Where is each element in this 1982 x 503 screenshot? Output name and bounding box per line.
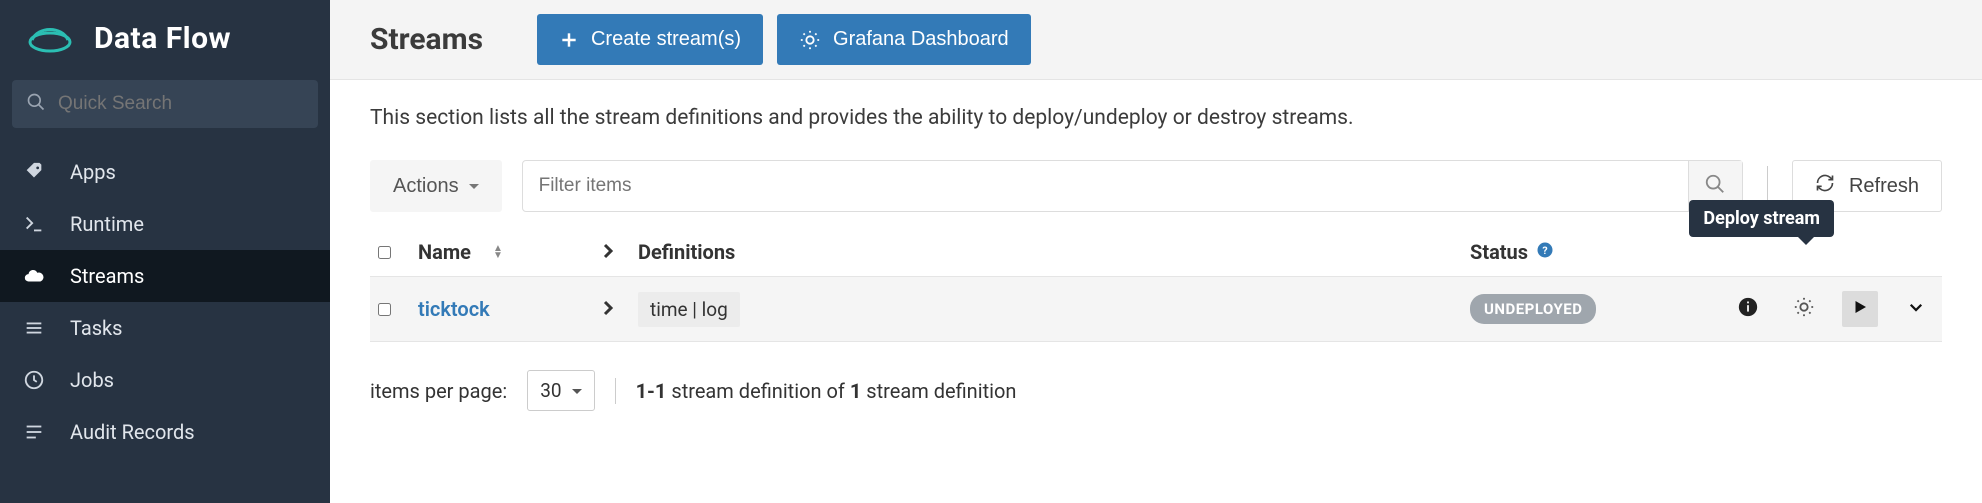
- info-icon: [1737, 296, 1759, 323]
- chevron-right-icon[interactable]: [598, 297, 620, 321]
- refresh-icon: [1815, 173, 1835, 199]
- stream-name-link[interactable]: ticktock: [418, 297, 490, 321]
- terminal-icon: [22, 213, 46, 235]
- search-icon: [1704, 173, 1726, 199]
- plus-icon: [559, 30, 579, 50]
- quick-search-input[interactable]: [58, 93, 304, 115]
- actions-dropdown[interactable]: Actions: [370, 160, 502, 212]
- pager-range: 1-1: [636, 379, 667, 403]
- page-title: Streams: [370, 22, 483, 57]
- column-status-header: Status: [1470, 240, 1528, 264]
- sidebar-item-label: Tasks: [70, 316, 123, 340]
- sidebar-item-runtime[interactable]: Runtime: [0, 198, 330, 250]
- per-page-value: 30: [540, 379, 561, 402]
- filter-input[interactable]: [523, 161, 1688, 211]
- pager-total: 1: [850, 379, 861, 403]
- filter-box: [522, 160, 1743, 212]
- sidebar-item-label: Streams: [70, 264, 144, 288]
- chevron-down-icon: [1907, 297, 1925, 321]
- row-checkbox[interactable]: [378, 303, 391, 316]
- quick-search[interactable]: [12, 80, 318, 128]
- button-label: Actions: [393, 175, 459, 198]
- brand: Data Flow: [0, 0, 330, 80]
- chevron-right-icon[interactable]: [598, 240, 620, 264]
- header-bar: Streams Create stream(s) Grafana Dashboa…: [330, 0, 1982, 80]
- intro-text: This section lists all the stream defini…: [370, 106, 1942, 130]
- column-name-header[interactable]: Name: [418, 240, 471, 264]
- sidebar-item-label: Jobs: [70, 368, 114, 392]
- clock-icon: [22, 369, 46, 391]
- grafana-row-button[interactable]: [1786, 291, 1822, 327]
- caret-down-icon: [469, 175, 479, 198]
- column-definitions-header: Definitions: [638, 240, 735, 264]
- sidebar-item-streams[interactable]: Streams: [0, 250, 330, 302]
- deploy-button[interactable]: [1842, 291, 1878, 327]
- play-icon: [1851, 297, 1869, 321]
- more-actions-button[interactable]: [1898, 291, 1934, 327]
- sidebar-item-apps[interactable]: Apps: [0, 146, 330, 198]
- caret-down-icon: [572, 379, 582, 402]
- content-area: This section lists all the stream defini…: [330, 80, 1982, 503]
- status-badge: UNDEPLOYED: [1470, 294, 1596, 324]
- brand-title: Data Flow: [94, 21, 231, 56]
- sidebar-item-tasks[interactable]: Tasks: [0, 302, 330, 354]
- tags-icon: [22, 161, 46, 183]
- table-row: ticktock time | log UNDEPLOYED: [370, 277, 1942, 342]
- button-label: Refresh: [1849, 175, 1919, 198]
- sidebar-nav: Apps Runtime Streams Tasks Jobs: [0, 146, 330, 458]
- search-icon: [26, 92, 46, 116]
- sidebar: Data Flow Apps Runtime: [0, 0, 330, 503]
- pagination: items per page: 30 1-1 stream definition…: [370, 370, 1942, 411]
- sidebar-item-label: Audit Records: [70, 420, 195, 444]
- grafana-icon: [1793, 296, 1815, 323]
- button-label: Create stream(s): [591, 28, 741, 51]
- help-icon[interactable]: ?: [1536, 240, 1554, 264]
- sidebar-item-audit[interactable]: Audit Records: [0, 406, 330, 458]
- create-stream-button[interactable]: Create stream(s): [537, 14, 763, 65]
- sidebar-item-jobs[interactable]: Jobs: [0, 354, 330, 406]
- divider: [615, 378, 616, 404]
- sort-icon[interactable]: ▲▼: [493, 245, 503, 259]
- sidebar-item-label: Runtime: [70, 212, 144, 236]
- details-button[interactable]: [1730, 291, 1766, 327]
- sidebar-item-label: Apps: [70, 160, 116, 184]
- grafana-icon: [799, 29, 821, 51]
- streams-table: Name ▲▼ Definitions: [370, 228, 1942, 342]
- button-label: Grafana Dashboard: [833, 28, 1009, 51]
- select-all-checkbox[interactable]: [378, 246, 391, 259]
- cloud-icon: [22, 265, 46, 287]
- deploy-tooltip: Deploy stream: [1689, 200, 1834, 237]
- main: Streams Create stream(s) Grafana Dashboa…: [330, 0, 1982, 503]
- brand-logo-icon: [24, 18, 76, 58]
- records-icon: [22, 421, 46, 443]
- pager-summary: 1-1 stream definition of 1 stream defini…: [636, 379, 1017, 403]
- svg-text:?: ?: [1542, 244, 1547, 257]
- stream-definition: time | log: [638, 292, 740, 327]
- grafana-dashboard-button[interactable]: Grafana Dashboard: [777, 14, 1031, 65]
- list-icon: [22, 317, 46, 339]
- items-per-page-select[interactable]: 30: [527, 370, 594, 411]
- items-per-page-label: items per page:: [370, 379, 507, 403]
